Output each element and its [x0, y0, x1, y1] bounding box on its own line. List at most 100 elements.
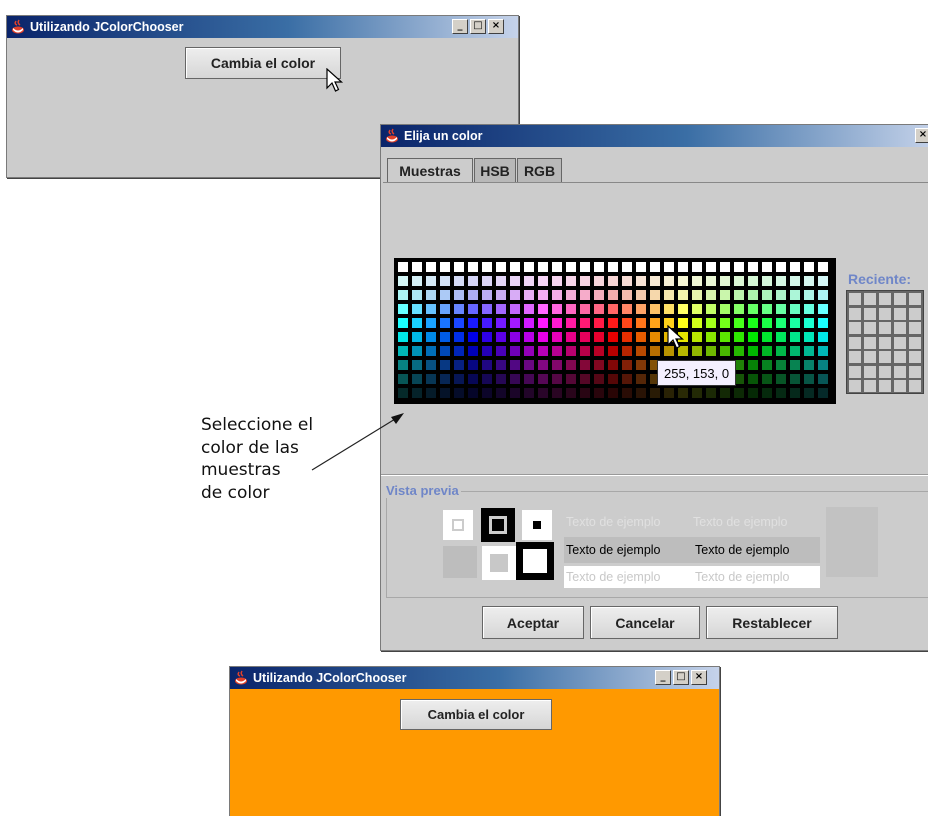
color-swatch[interactable] [454, 332, 464, 342]
color-swatch[interactable] [412, 262, 422, 272]
color-swatch[interactable] [790, 374, 800, 384]
color-swatch[interactable] [762, 374, 772, 384]
color-swatch[interactable] [622, 304, 632, 314]
color-swatch[interactable] [818, 360, 828, 370]
color-swatch[interactable] [804, 318, 814, 328]
color-swatch[interactable] [426, 276, 436, 286]
color-swatch[interactable] [706, 318, 716, 328]
recent-swatch[interactable] [894, 351, 906, 363]
recent-swatch[interactable] [909, 322, 921, 334]
color-swatch[interactable] [566, 346, 576, 356]
color-swatch[interactable] [776, 304, 786, 314]
color-swatch[interactable] [552, 332, 562, 342]
color-swatch[interactable] [608, 262, 618, 272]
color-swatch[interactable] [566, 262, 576, 272]
color-swatch[interactable] [776, 290, 786, 300]
color-swatch[interactable] [482, 388, 492, 398]
color-swatch[interactable] [804, 332, 814, 342]
window-before-titlebar[interactable]: Utilizando JColorChooser [7, 16, 518, 38]
color-swatch[interactable] [398, 388, 408, 398]
recent-swatch[interactable] [909, 336, 921, 349]
color-swatch[interactable] [496, 360, 506, 370]
color-swatch[interactable] [426, 290, 436, 300]
color-swatch[interactable] [580, 262, 590, 272]
color-swatch[interactable] [720, 346, 730, 356]
color-swatch[interactable] [426, 332, 436, 342]
color-swatch[interactable] [678, 304, 688, 314]
color-swatch[interactable] [692, 388, 702, 398]
color-swatch[interactable] [454, 290, 464, 300]
color-swatch[interactable] [692, 318, 702, 328]
color-swatch[interactable] [468, 360, 478, 370]
color-swatch[interactable] [524, 332, 534, 342]
color-swatch[interactable] [468, 318, 478, 328]
color-swatch[interactable] [524, 374, 534, 384]
color-swatch[interactable] [510, 304, 520, 314]
color-swatch[interactable] [440, 318, 450, 328]
color-swatch[interactable] [790, 276, 800, 286]
color-swatch[interactable] [594, 388, 604, 398]
tab-hsb[interactable]: HSB [474, 158, 516, 182]
color-swatch[interactable] [496, 318, 506, 328]
color-swatch[interactable] [804, 262, 814, 272]
recent-swatch[interactable] [894, 293, 906, 305]
color-swatch[interactable] [706, 262, 716, 272]
color-swatch[interactable] [594, 374, 604, 384]
cancel-button[interactable]: Cancelar [590, 606, 700, 639]
color-swatch[interactable] [636, 262, 646, 272]
color-swatch[interactable] [440, 332, 450, 342]
color-swatch[interactable] [496, 332, 506, 342]
color-swatch[interactable] [552, 304, 562, 314]
color-swatch[interactable] [804, 276, 814, 286]
color-swatch[interactable] [510, 290, 520, 300]
color-swatch[interactable] [426, 374, 436, 384]
color-swatch[interactable] [398, 262, 408, 272]
color-swatch[interactable] [622, 360, 632, 370]
color-swatch[interactable] [608, 276, 618, 286]
color-swatch[interactable] [748, 388, 758, 398]
color-swatch[interactable] [608, 346, 618, 356]
color-swatch[interactable] [468, 346, 478, 356]
color-swatch[interactable] [580, 290, 590, 300]
color-swatch[interactable] [398, 276, 408, 286]
color-swatch[interactable] [636, 318, 646, 328]
color-swatch[interactable] [762, 290, 772, 300]
recent-swatch[interactable] [894, 380, 906, 392]
recent-swatch[interactable] [849, 307, 861, 320]
color-swatch[interactable] [496, 290, 506, 300]
change-color-button[interactable]: Cambia el color [185, 47, 341, 79]
color-swatch[interactable] [622, 290, 632, 300]
color-swatch[interactable] [790, 262, 800, 272]
color-swatch[interactable] [608, 318, 618, 328]
color-swatch[interactable] [552, 360, 562, 370]
color-swatch[interactable] [804, 290, 814, 300]
recent-swatch[interactable] [909, 351, 921, 363]
color-swatch[interactable] [790, 318, 800, 328]
color-swatch[interactable] [790, 332, 800, 342]
color-swatch[interactable] [608, 332, 618, 342]
color-swatch[interactable] [636, 304, 646, 314]
color-swatch[interactable] [748, 290, 758, 300]
color-swatch[interactable] [440, 360, 450, 370]
recent-swatch[interactable] [864, 322, 876, 334]
color-swatch[interactable] [496, 304, 506, 314]
color-swatch[interactable] [692, 332, 702, 342]
color-swatch[interactable] [552, 262, 562, 272]
color-swatch[interactable] [510, 374, 520, 384]
color-swatch[interactable] [566, 388, 576, 398]
color-swatch[interactable] [538, 360, 548, 370]
color-swatch[interactable] [650, 332, 660, 342]
color-swatch[interactable] [524, 346, 534, 356]
color-swatch[interactable] [496, 374, 506, 384]
color-swatch[interactable] [762, 304, 772, 314]
color-swatch[interactable] [482, 262, 492, 272]
color-swatch[interactable] [510, 346, 520, 356]
color-swatch[interactable] [538, 318, 548, 328]
color-swatch[interactable] [762, 388, 772, 398]
color-swatch[interactable] [566, 332, 576, 342]
color-swatch[interactable] [510, 332, 520, 342]
color-swatch[interactable] [524, 318, 534, 328]
recent-swatch[interactable] [849, 336, 861, 349]
color-swatch[interactable] [818, 290, 828, 300]
color-swatch[interactable] [468, 388, 478, 398]
